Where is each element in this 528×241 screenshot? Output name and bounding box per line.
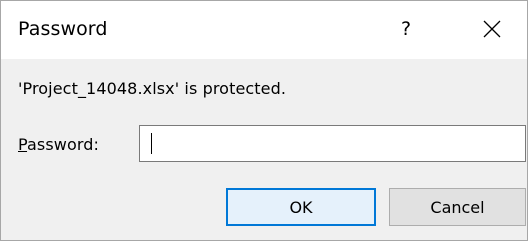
password-label-mnemonic: P <box>18 135 28 154</box>
password-input[interactable] <box>139 125 526 162</box>
ok-button[interactable]: OK <box>226 188 376 226</box>
dialog-title: Password <box>18 18 108 40</box>
close-icon <box>483 20 501 38</box>
close-button[interactable] <box>469 11 515 47</box>
text-caret <box>151 133 152 154</box>
cancel-button[interactable]: Cancel <box>389 188 526 226</box>
password-dialog: Password ? 'Project_14048.xlsx' is prote… <box>0 0 528 241</box>
protected-message: 'Project_14048.xlsx' is protected. <box>18 79 287 98</box>
help-button[interactable]: ? <box>383 11 429 47</box>
password-label-text: assword: <box>27 135 100 154</box>
password-label: Password: <box>18 134 99 156</box>
title-bar: Password ? <box>1 1 527 59</box>
